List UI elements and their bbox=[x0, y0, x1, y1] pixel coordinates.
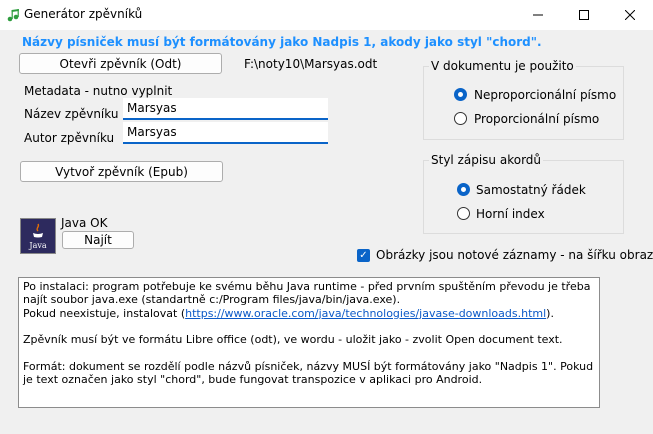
checkmark-icon: ✓ bbox=[359, 249, 368, 261]
monospace-font-label: Neproporcionální písmo bbox=[474, 88, 617, 102]
chord-style-group-title: Styl zápisu akordů bbox=[429, 153, 544, 167]
info-line-structure: Formát: dokument se rozdělí podle názvů … bbox=[23, 359, 594, 387]
songbook-name-input[interactable] bbox=[123, 98, 328, 120]
file-path: F:\noty10\Marsyas.odt bbox=[244, 57, 378, 71]
java-logo-text: Java bbox=[29, 240, 47, 250]
find-java-button[interactable]: Najít bbox=[62, 231, 134, 249]
java-status: Java OK bbox=[61, 216, 108, 230]
info-textarea[interactable]: Po instalaci: program potřebuje ke svému… bbox=[18, 277, 600, 408]
info-line-format-odt: Zpěvník musí být ve formátu Libre office… bbox=[23, 333, 563, 347]
close-button[interactable] bbox=[607, 0, 653, 30]
info-download-prefix: Pokud neexistuje, instalovat ( bbox=[23, 306, 186, 320]
app-icon bbox=[6, 8, 20, 22]
minimize-icon bbox=[533, 14, 543, 16]
info-line-install: Po instalaci: program potřebuje ke svému… bbox=[23, 280, 591, 307]
java-logo-icon: Java bbox=[20, 218, 56, 254]
superscript-label: Horní index bbox=[476, 207, 545, 221]
font-group bbox=[423, 66, 624, 140]
close-icon bbox=[625, 10, 635, 20]
superscript-radio[interactable] bbox=[457, 207, 470, 220]
font-group-title: V dokumentu je použito bbox=[429, 59, 576, 73]
create-epub-button[interactable]: Vytvoř zpěvník (Epub) bbox=[20, 161, 223, 182]
separate-line-radio[interactable] bbox=[457, 183, 470, 196]
metadata-heading: Metadata - nutno vyplnit bbox=[24, 84, 173, 98]
monospace-font-radio[interactable] bbox=[454, 88, 467, 101]
songbook-name-label: Název zpěvníku bbox=[24, 107, 119, 121]
format-hint: Názvy písniček musí být formátovány jako… bbox=[22, 35, 542, 49]
java-download-link[interactable]: https://www.oracle.com/java/technologies… bbox=[185, 307, 546, 320]
info-download-suffix: ). bbox=[546, 306, 554, 320]
proportional-font-label: Proporcionální písmo bbox=[474, 112, 600, 126]
images-checkbox-label: Obrázky jsou notové záznamy - na šířku o… bbox=[376, 248, 653, 262]
open-songbook-button[interactable]: Otevři zpěvník (Odt) bbox=[19, 53, 222, 74]
chord-style-group bbox=[423, 160, 624, 234]
songbook-author-label: Autor zpěvníku bbox=[24, 131, 115, 145]
maximize-icon bbox=[579, 10, 589, 20]
minimize-button[interactable] bbox=[515, 0, 561, 30]
window-title: Generátor zpěvníků bbox=[24, 7, 143, 21]
songbook-author-input[interactable] bbox=[123, 122, 328, 144]
maximize-button[interactable] bbox=[561, 0, 607, 30]
info-line-download: Pokud neexistuje, instalovat (https://ww… bbox=[23, 307, 595, 320]
images-checkbox[interactable]: ✓ bbox=[357, 249, 370, 262]
proportional-font-radio[interactable] bbox=[454, 112, 467, 125]
separate-line-label: Samostatný řádek bbox=[476, 183, 586, 197]
